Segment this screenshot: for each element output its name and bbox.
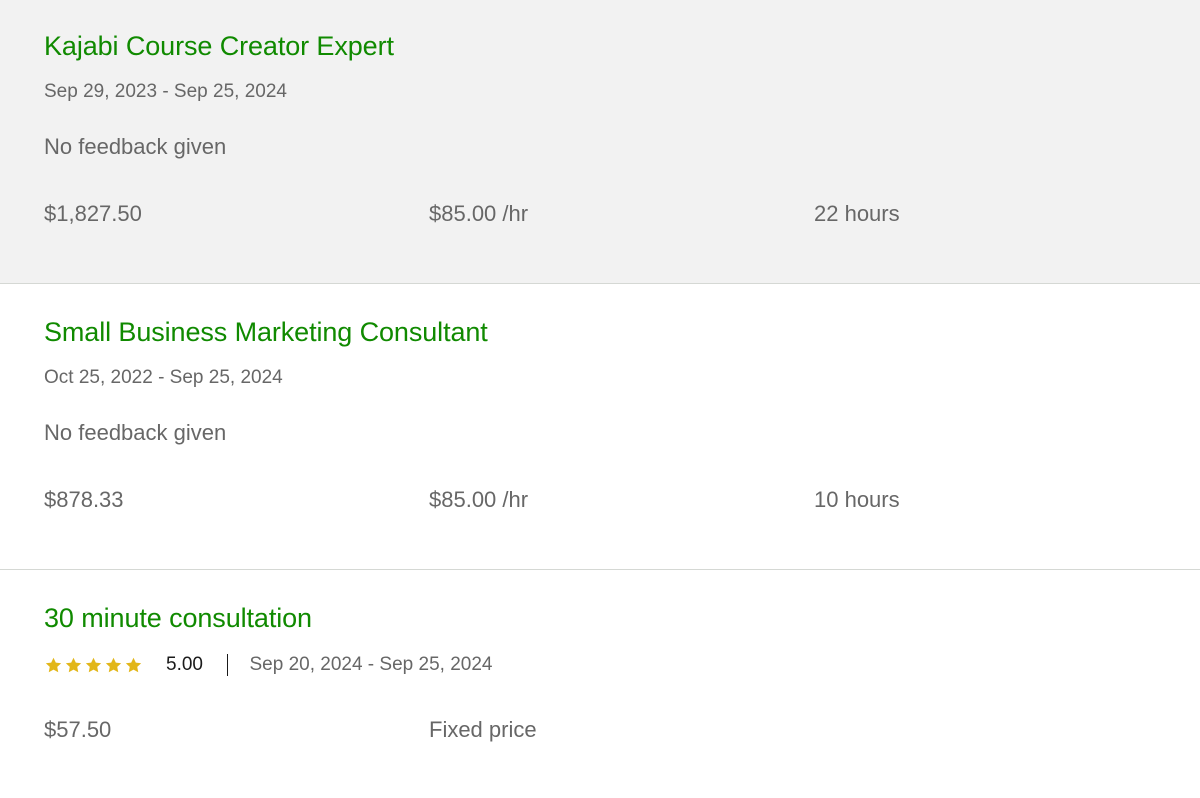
job-earned: $57.50 xyxy=(44,717,112,742)
job-hourly-rate: $85.00 /hr xyxy=(429,201,529,226)
star-icon xyxy=(104,656,123,675)
star-icon xyxy=(124,656,143,675)
rating-value: 5.00 xyxy=(166,654,203,675)
job-title-link[interactable]: Small Business Marketing Consultant xyxy=(44,317,488,348)
job-hourly-rate: $85.00 /hr xyxy=(429,487,529,512)
job-feedback: No feedback given xyxy=(44,420,227,445)
job-item: Kajabi Course Creator Expert Sep 29, 202… xyxy=(0,0,1200,284)
job-date-range: Sep 20, 2024 - Sep 25, 2024 xyxy=(249,654,493,675)
star-icon xyxy=(84,656,103,675)
job-price-type: Fixed price xyxy=(429,717,537,742)
job-title-link[interactable]: 30 minute consultation xyxy=(44,603,312,634)
job-earned: $878.33 xyxy=(44,487,124,512)
job-item: 30 minute consultation 5.00 Sep 20, 2024… xyxy=(0,570,1200,798)
job-date-range: Sep 29, 2023 - Sep 25, 2024 xyxy=(44,81,287,102)
job-item: Small Business Marketing Consultant Oct … xyxy=(0,284,1200,570)
star-icon xyxy=(64,656,83,675)
star-icon xyxy=(44,656,63,675)
job-hours: 22 hours xyxy=(814,201,900,226)
job-earned: $1,827.50 xyxy=(44,201,142,226)
vertical-divider xyxy=(226,654,229,676)
job-title-link[interactable]: Kajabi Course Creator Expert xyxy=(44,31,394,62)
job-feedback: No feedback given xyxy=(44,134,227,159)
job-hours: 10 hours xyxy=(814,487,900,512)
job-rating-row: 5.00 Sep 20, 2024 - Sep 25, 2024 xyxy=(44,653,492,677)
star-rating xyxy=(44,656,143,675)
job-date-range: Oct 25, 2022 - Sep 25, 2024 xyxy=(44,367,283,388)
